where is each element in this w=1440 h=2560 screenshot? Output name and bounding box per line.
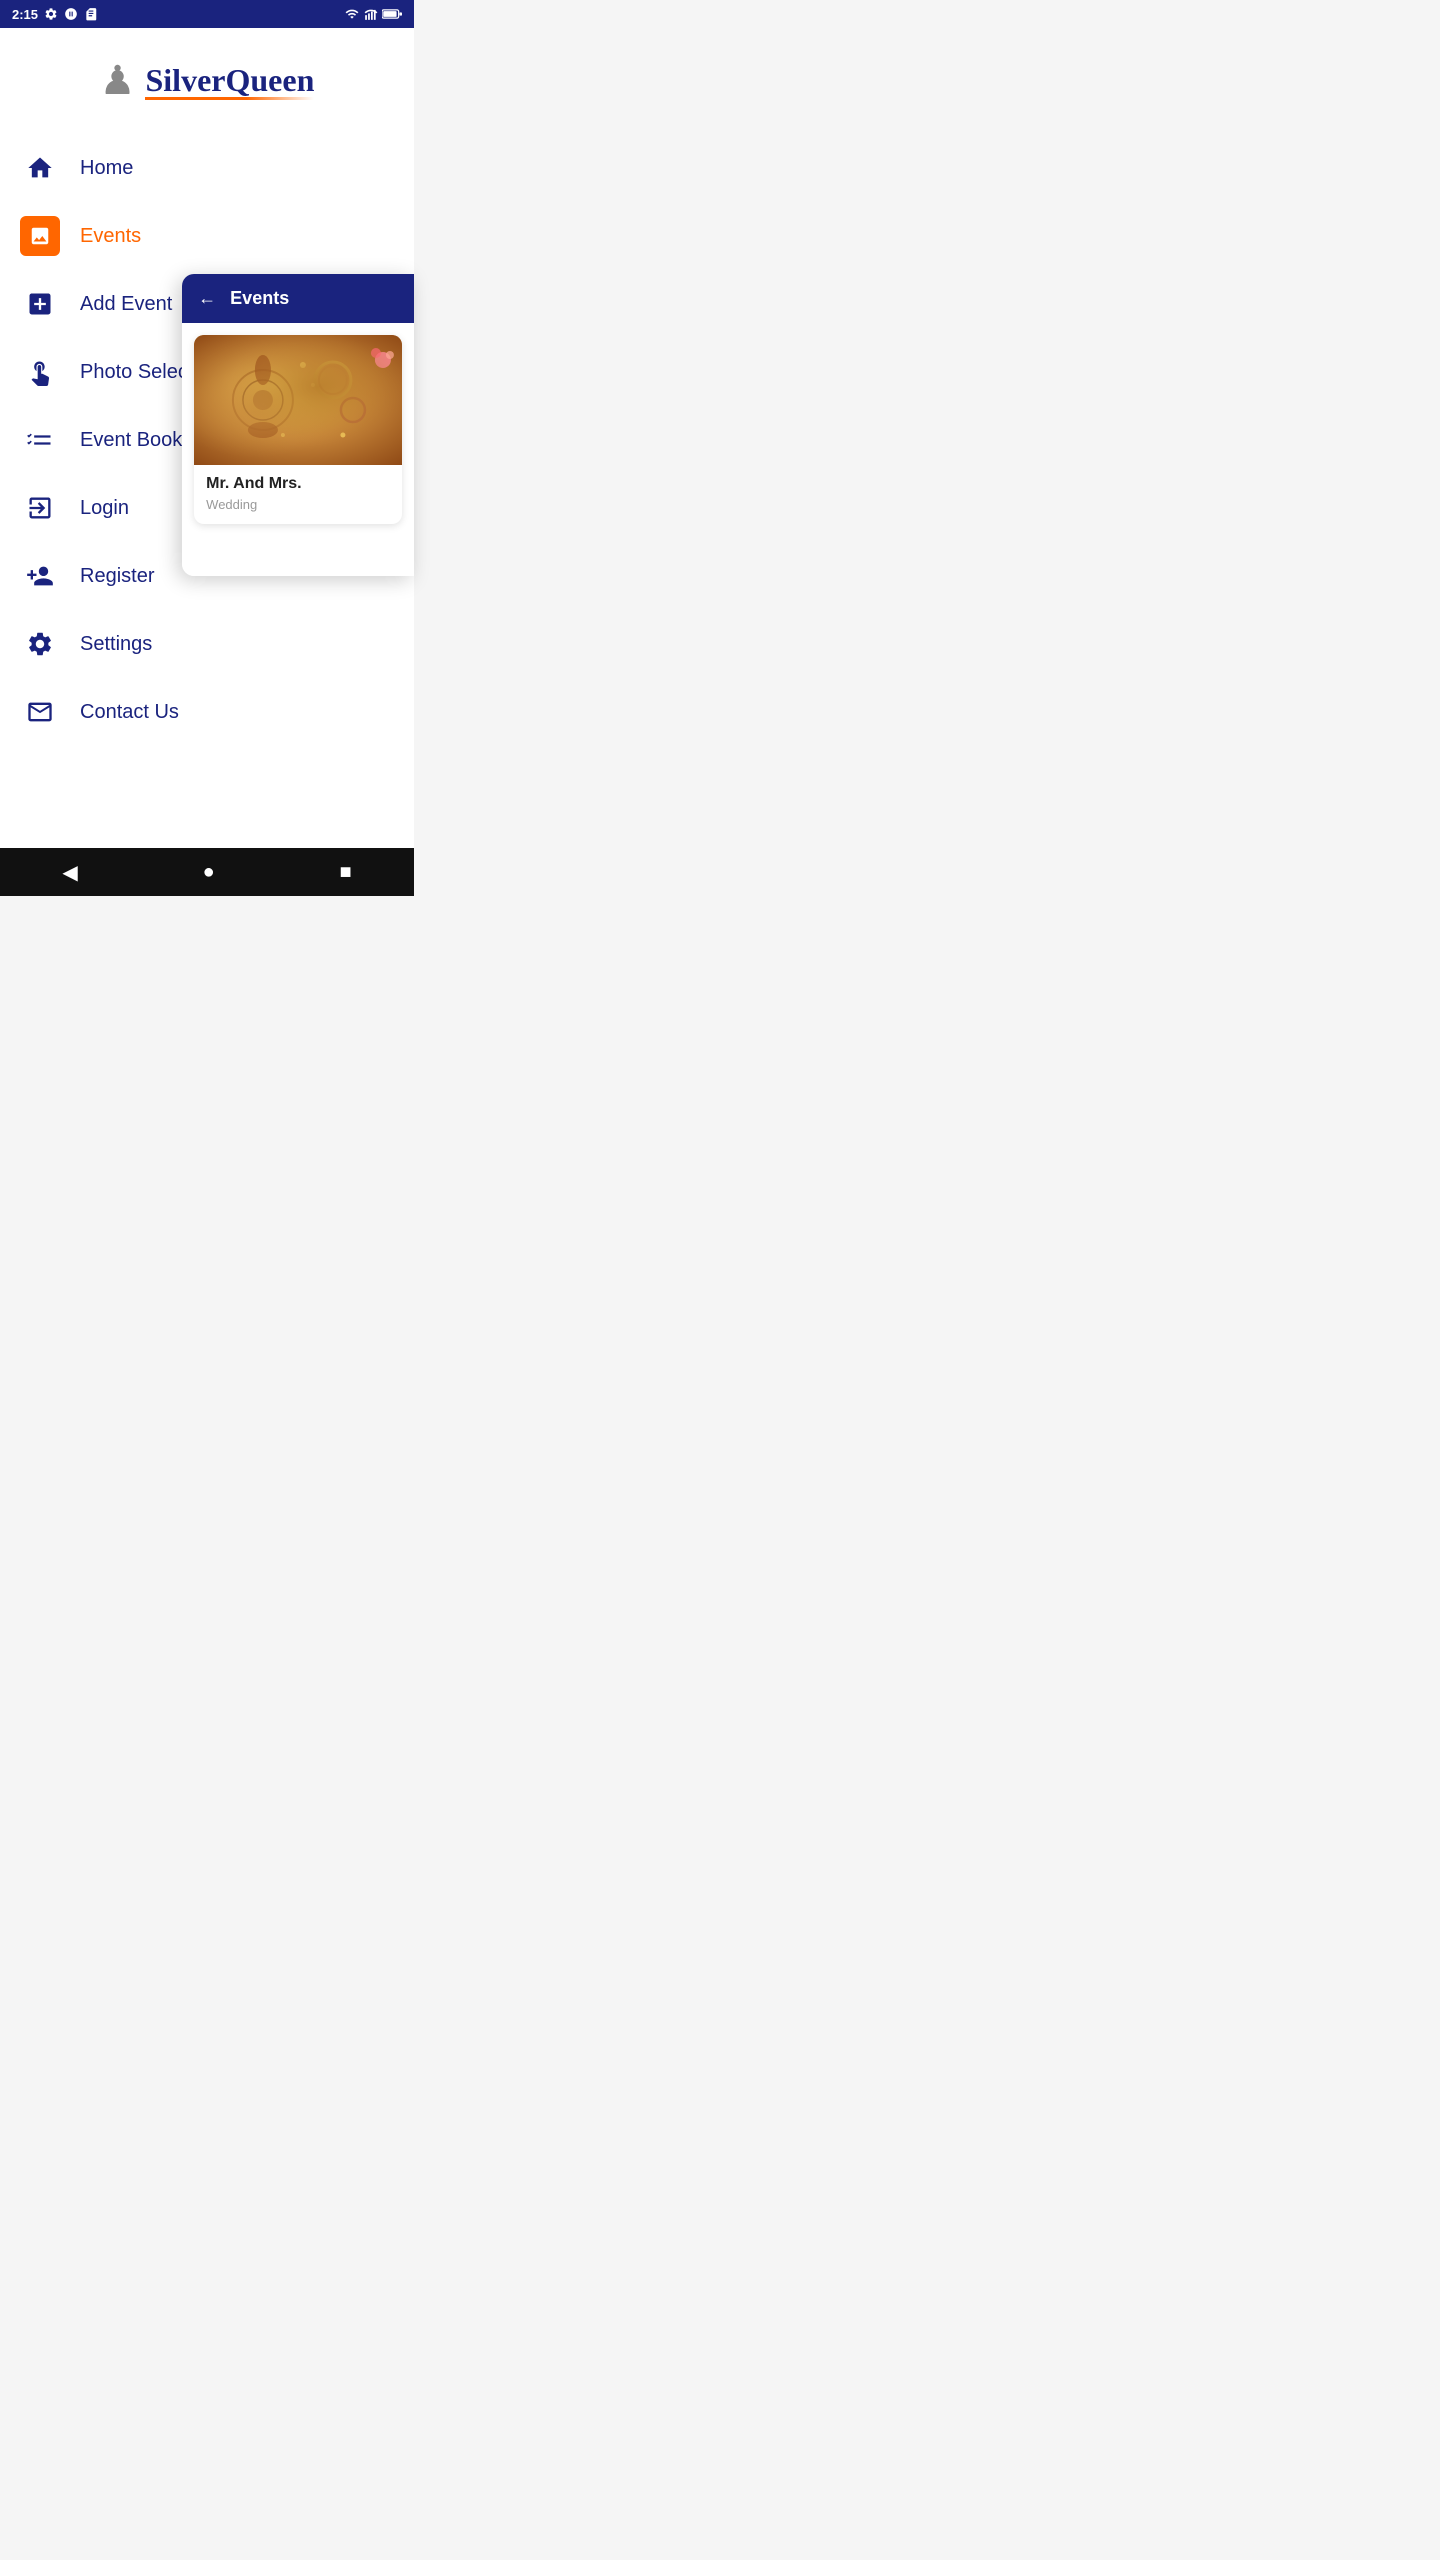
content-area: Home Events Add Event P	[0, 124, 414, 756]
event-type: Wedding	[206, 497, 390, 512]
login-label: Login	[80, 497, 129, 520]
back-button[interactable]: ←	[198, 288, 216, 309]
wedding-image-svg	[194, 335, 402, 465]
home-label: Home	[80, 157, 133, 180]
sidebar-item-events[interactable]: Events	[0, 202, 248, 270]
photo-selection-icon	[20, 352, 60, 392]
sidebar-item-settings[interactable]: Settings	[0, 610, 248, 678]
sidebar-item-contact-us[interactable]: Contact Us	[0, 678, 248, 746]
events-icon	[20, 216, 60, 256]
nav-home-button[interactable]: ●	[203, 861, 215, 884]
event-name: Mr. And Mrs.	[206, 475, 390, 493]
events-panel-bottom	[182, 536, 414, 576]
wifi-icon	[344, 7, 360, 21]
contact-us-icon	[20, 692, 60, 732]
signal-icon	[364, 7, 378, 21]
nav-recent-button[interactable]: ■	[339, 861, 351, 884]
chess-icon: ♟	[100, 58, 136, 104]
brand-queen: Queen	[225, 62, 314, 99]
register-icon	[20, 556, 60, 596]
status-time: 2:15	[12, 7, 38, 22]
settings-label: Settings	[80, 633, 152, 656]
login-icon	[20, 488, 60, 528]
status-right	[344, 7, 402, 21]
battery-icon	[382, 8, 402, 20]
main-content: ♟ Silver Queen Home	[0, 28, 414, 848]
home-icon	[20, 148, 60, 188]
event-booking-icon	[20, 420, 60, 460]
event-card[interactable]: Mr. And Mrs. Wedding	[194, 335, 402, 524]
settings-icon	[44, 7, 58, 21]
sim-icon	[84, 7, 98, 21]
brand-name: Silver Queen	[145, 62, 314, 100]
sidebar-item-home[interactable]: Home	[0, 134, 248, 202]
add-event-label: Add Event	[80, 293, 172, 316]
accessibility-icon	[64, 7, 78, 21]
contact-us-label: Contact Us	[80, 701, 179, 724]
bottom-nav: ◀ ● ■	[0, 848, 414, 896]
brand-silver: Silver	[145, 62, 225, 99]
events-panel-title: Events	[230, 288, 289, 309]
register-label: Register	[80, 565, 154, 588]
status-bar: 2:15	[0, 0, 414, 28]
logo-area: ♟ Silver Queen	[0, 28, 414, 124]
events-panel: ← Events	[182, 274, 414, 576]
event-info: Mr. And Mrs. Wedding	[194, 465, 402, 524]
settings-menu-icon	[20, 624, 60, 664]
events-label: Events	[80, 225, 141, 248]
event-image	[194, 335, 402, 465]
nav-back-button[interactable]: ◀	[62, 860, 77, 885]
events-panel-header: ← Events	[182, 274, 414, 323]
add-event-icon	[20, 284, 60, 324]
status-left: 2:15	[12, 7, 98, 22]
